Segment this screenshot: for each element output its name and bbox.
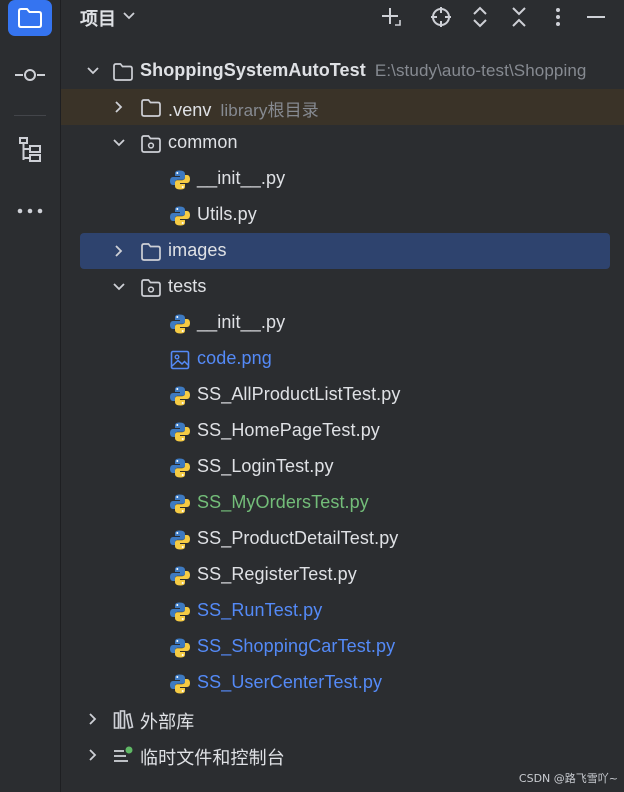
watermark-text: CSDN @路飞雪吖~ xyxy=(518,772,618,785)
chevron-down-icon[interactable] xyxy=(122,9,136,28)
file-label: SS_LoginTest.py xyxy=(197,456,334,476)
tree-row-file[interactable]: __init__.py xyxy=(61,161,624,197)
file-label: SS_HomePageTest.py xyxy=(197,420,380,440)
python-file-icon xyxy=(169,205,191,227)
tree-row-file[interactable]: code.png xyxy=(61,341,624,377)
collapse-all-icon[interactable] xyxy=(506,4,532,30)
tool-window-title[interactable]: 项目 xyxy=(80,5,116,31)
activity-bar xyxy=(0,0,61,792)
tree-row-root[interactable]: ShoppingSystemAutoTest E:\study\auto-test… xyxy=(61,53,624,89)
scratches-label: 临时文件和控制台 xyxy=(140,748,285,768)
file-label: SS_MyOrdersTest.py xyxy=(197,492,369,512)
tree-row-venv[interactable]: .venv library根目录 xyxy=(61,89,624,125)
venv-hint: library根目录 xyxy=(220,101,319,120)
scratches-icon xyxy=(112,745,134,767)
file-label: __init__.py xyxy=(197,312,286,332)
python-file-icon xyxy=(169,457,191,479)
tree-row-images[interactable]: images xyxy=(80,233,610,269)
file-label: code.png xyxy=(197,348,272,368)
commit-icon[interactable] xyxy=(8,57,52,93)
library-icon xyxy=(112,709,134,731)
file-label: Utils.py xyxy=(197,204,257,224)
chevron-right-icon[interactable] xyxy=(111,243,127,259)
tree-row-file[interactable]: SS_UserCenterTest.py xyxy=(61,665,624,701)
tree-label: ShoppingSystemAutoTest E:\study\auto-test… xyxy=(140,60,586,81)
package-folder-icon xyxy=(140,133,162,155)
tree-row-common[interactable]: common xyxy=(61,125,624,161)
tree-row-tests[interactable]: tests xyxy=(61,269,624,305)
chevron-right-icon[interactable] xyxy=(85,711,101,727)
tree-row-file[interactable]: SS_ProductDetailTest.py xyxy=(61,521,624,557)
external-libraries-label: 外部库 xyxy=(140,712,195,732)
python-file-icon xyxy=(169,565,191,587)
expand-all-icon[interactable] xyxy=(467,4,493,30)
package-folder-icon xyxy=(140,277,162,299)
project-folder-icon[interactable] xyxy=(8,0,52,36)
tests-label: tests xyxy=(168,276,207,296)
chevron-down-icon[interactable] xyxy=(111,135,127,151)
tree-row-external-libraries[interactable]: 外部库 xyxy=(61,701,624,737)
file-label: SS_RunTest.py xyxy=(197,600,323,620)
project-name: ShoppingSystemAutoTest xyxy=(140,60,366,80)
project-tool-window: 项目 ShoppingSystemAutoTest E:\study\auto-… xyxy=(0,0,624,792)
common-label: common xyxy=(168,132,238,152)
python-file-icon xyxy=(169,529,191,551)
python-file-icon xyxy=(169,385,191,407)
tree-row-file[interactable]: SS_RegisterTest.py xyxy=(61,557,624,593)
file-label: SS_ShoppingCarTest.py xyxy=(197,636,396,656)
folder-icon xyxy=(140,97,162,119)
tree-label: .venv library根目录 xyxy=(168,96,319,121)
python-file-icon xyxy=(169,313,191,335)
file-label: __init__.py xyxy=(197,168,286,188)
activity-separator xyxy=(14,115,46,116)
structure-icon[interactable] xyxy=(8,132,52,168)
more-horizontal-icon[interactable] xyxy=(8,193,52,229)
file-label: SS_ProductDetailTest.py xyxy=(197,528,399,548)
tree-row-file[interactable]: __init__.py xyxy=(61,305,624,341)
python-file-icon xyxy=(169,637,191,659)
python-file-icon xyxy=(169,601,191,623)
chevron-down-icon[interactable] xyxy=(111,279,127,295)
file-label: SS_AllProductListTest.py xyxy=(197,384,401,404)
python-file-icon xyxy=(169,421,191,443)
project-path: E:\study\auto-test\Shopping xyxy=(374,61,587,80)
tree-row-file[interactable]: SS_MyOrdersTest.py xyxy=(61,485,624,521)
python-file-icon xyxy=(169,673,191,695)
tree-row-file[interactable]: SS_AllProductListTest.py xyxy=(61,377,624,413)
tree-row-file[interactable]: SS_LoginTest.py xyxy=(61,449,624,485)
image-file-icon xyxy=(169,349,191,371)
venv-label: .venv xyxy=(168,100,212,120)
python-file-icon xyxy=(169,169,191,191)
more-vertical-icon[interactable] xyxy=(545,4,571,30)
tool-window-header: 项目 xyxy=(61,0,624,36)
add-icon[interactable] xyxy=(378,4,404,30)
chevron-right-icon[interactable] xyxy=(111,99,127,115)
tree-row-file[interactable]: SS_ShoppingCarTest.py xyxy=(61,629,624,665)
locate-icon[interactable] xyxy=(428,4,454,30)
python-file-icon xyxy=(169,493,191,515)
minimize-icon[interactable] xyxy=(583,4,609,30)
tree-row-file[interactable]: SS_HomePageTest.py xyxy=(61,413,624,449)
chevron-right-icon[interactable] xyxy=(85,747,101,763)
folder-icon xyxy=(112,61,134,83)
folder-icon xyxy=(140,241,162,263)
tree-row-scratches[interactable]: 临时文件和控制台 xyxy=(61,737,624,773)
chevron-down-icon[interactable] xyxy=(85,63,101,79)
tree-row-file[interactable]: SS_RunTest.py xyxy=(61,593,624,629)
tree-row-file[interactable]: Utils.py xyxy=(61,197,624,233)
images-label: images xyxy=(168,240,227,260)
file-label: SS_UserCenterTest.py xyxy=(197,672,383,692)
file-label: SS_RegisterTest.py xyxy=(197,564,357,584)
